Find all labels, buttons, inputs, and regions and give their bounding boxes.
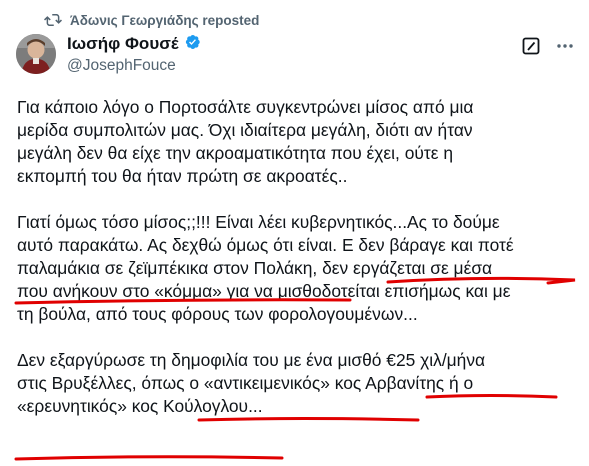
grok-icon[interactable] bbox=[521, 36, 541, 56]
more-icon[interactable] bbox=[555, 36, 575, 56]
top-actions bbox=[521, 36, 575, 56]
tweet-paragraph: Δεν εξαργύρωσε τη δημοφιλία του με ένα μ… bbox=[17, 350, 486, 416]
verified-badge-icon bbox=[183, 33, 201, 56]
red-underline bbox=[197, 417, 420, 422]
tweet-paragraph: Για κάποιο λόγο ο Πορτοσάλτε συγκεντρώνε… bbox=[17, 97, 474, 186]
author-block: Ιωσήφ Φουσέ @JosephFouce bbox=[67, 32, 201, 75]
red-underline bbox=[14, 455, 284, 461]
tweet-text: Για κάποιο λόγο ο Πορτοσάλτε συγκεντρώνε… bbox=[17, 96, 583, 418]
author-name[interactable]: Ιωσήφ Φουσέ bbox=[67, 34, 179, 54]
repost-icon bbox=[44, 13, 62, 27]
author-handle[interactable]: @JosephFouce bbox=[67, 57, 201, 75]
repost-text: Άδωνις Γεωργιάδης reposted bbox=[70, 12, 260, 28]
tweet-paragraph: Γιατί όμως τόσο μίσος;;!!! Είναι λέει κυ… bbox=[17, 212, 514, 324]
avatar[interactable] bbox=[16, 34, 56, 74]
repost-header[interactable]: Άδωνις Γεωργιάδης reposted bbox=[44, 10, 259, 30]
